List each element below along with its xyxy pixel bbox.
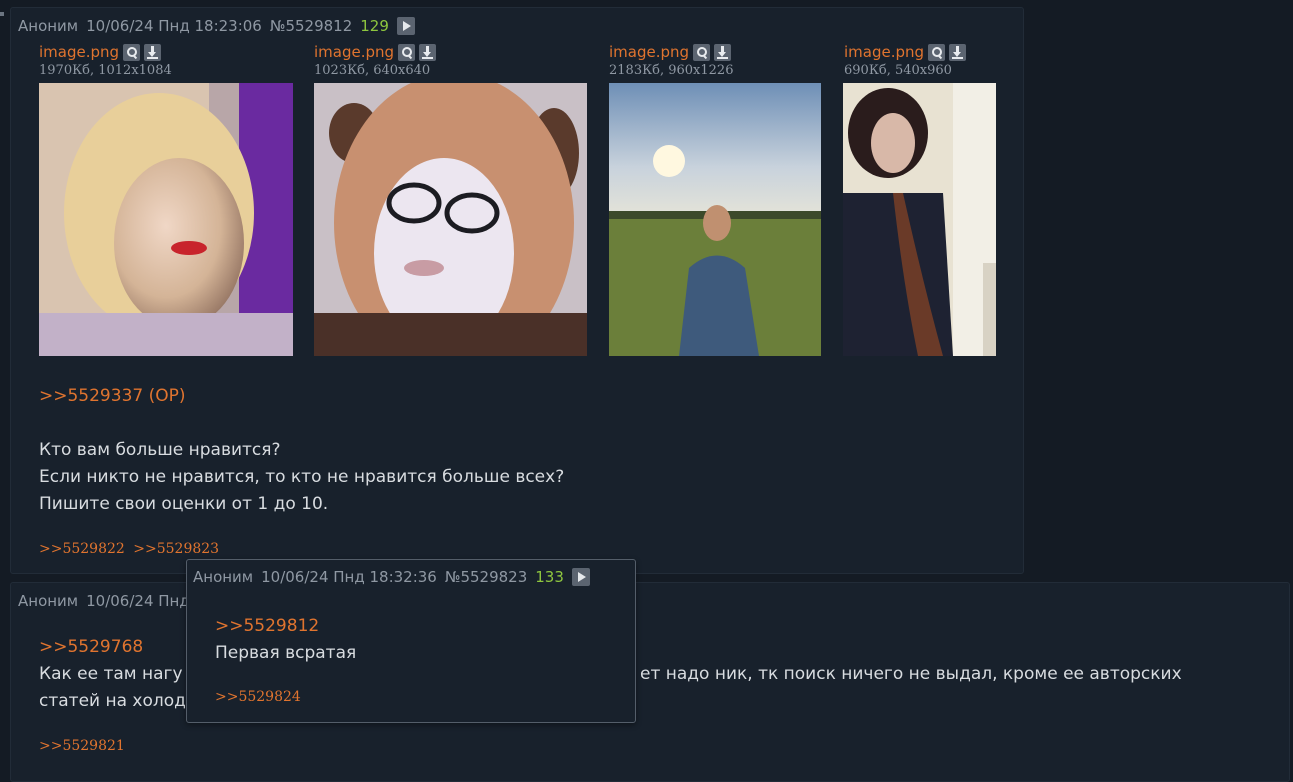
thumbnail-2[interactable] [314, 83, 587, 356]
file-1: image.png 1970Кб, 1012x1084 [39, 42, 172, 78]
reply-link[interactable]: >>5529812 [215, 613, 356, 640]
file-4: image.png 690Кб, 540x960 [844, 42, 970, 78]
file-name-link[interactable]: image.png [609, 43, 689, 61]
file-name-link[interactable]: image.png [39, 43, 119, 61]
post-header: Аноним 10/06/24 Пнд [18, 592, 198, 610]
search-icon[interactable] [123, 43, 141, 61]
post-line-start: Как ее там нагу [39, 664, 183, 684]
post-line: Если никто не нравится, то кто не нравит… [39, 467, 565, 487]
backlinks: >>5529824 [215, 689, 305, 705]
file-meta: 690Кб, 540x960 [844, 63, 952, 78]
post-5529812: Аноним 10/06/24 Пнд 18:23:06 №5529812 12… [10, 7, 1024, 574]
post-number[interactable]: №5529823 [445, 568, 527, 586]
post-count: 129 [360, 17, 389, 35]
post-number[interactable]: №5529812 [270, 17, 352, 35]
search-icon[interactable] [398, 43, 416, 61]
thumbnail-image [843, 83, 996, 356]
thumbnail-image [314, 83, 587, 356]
backlink[interactable]: >>5529824 [215, 689, 301, 705]
download-icon[interactable] [949, 43, 967, 61]
reply-link[interactable]: >>5529337 (OP) [39, 383, 564, 410]
file-3: image.png 2183Кб, 960x1226 [609, 42, 735, 78]
post-author: Аноним [18, 17, 79, 35]
post-line: Пишите свои оценки от 1 до 10. [39, 494, 329, 514]
search-icon[interactable] [928, 43, 946, 61]
post-count: 133 [535, 568, 564, 586]
post-header: Аноним 10/06/24 Пнд 18:32:36 №5529823 13… [193, 568, 590, 586]
backlinks: >>5529821 [39, 738, 129, 754]
post-line: Первая всратая [215, 643, 357, 663]
post-line: Кто вам больше нравится? [39, 440, 281, 460]
play-icon[interactable] [396, 17, 415, 35]
post-author: Аноним [193, 568, 254, 586]
file-meta: 2183Кб, 960x1226 [609, 63, 734, 78]
play-icon[interactable] [571, 568, 590, 586]
thumbnail-image [39, 83, 293, 356]
download-icon[interactable] [714, 43, 732, 61]
post-date: 10/06/24 Пнд 18:32:36 [261, 568, 437, 586]
post-text: >>5529337 (OP) Кто вам больше нравится? … [39, 383, 564, 518]
backlinks: >>5529822 >>5529823 [39, 541, 223, 557]
backlink[interactable]: >>5529821 [39, 738, 125, 754]
backlink[interactable]: >>5529822 [39, 541, 125, 557]
file-meta: 1023Кб, 640x640 [314, 63, 431, 78]
post-text: >>5529812 Первая всратая [215, 613, 356, 667]
post-date: 10/06/24 Пнд 18:23:06 [86, 17, 262, 35]
download-icon[interactable] [144, 43, 162, 61]
file-2: image.png 1023Кб, 640x640 [314, 42, 440, 78]
thumbnail-1[interactable] [39, 83, 293, 356]
thumbnail-image [609, 83, 821, 356]
post-preview-popup: Аноним 10/06/24 Пнд 18:32:36 №5529823 13… [186, 559, 636, 723]
file-name-link[interactable]: image.png [314, 43, 394, 61]
thumbnail-3[interactable] [609, 83, 821, 356]
post-header: Аноним 10/06/24 Пнд 18:23:06 №5529812 12… [18, 17, 415, 35]
post-line-end: ет надо ник, тк поиск ничего не выдал, к… [640, 664, 1182, 684]
download-icon[interactable] [419, 43, 437, 61]
backlink[interactable]: >>5529823 [133, 541, 219, 557]
file-name-link[interactable]: image.png [844, 43, 924, 61]
file-meta: 1970Кб, 1012x1084 [39, 63, 172, 78]
post-marker [0, 12, 4, 16]
search-icon[interactable] [693, 43, 711, 61]
post-author: Аноним [18, 592, 79, 610]
thumbnail-4[interactable] [843, 83, 996, 356]
post-date: 10/06/24 Пнд [86, 592, 190, 610]
